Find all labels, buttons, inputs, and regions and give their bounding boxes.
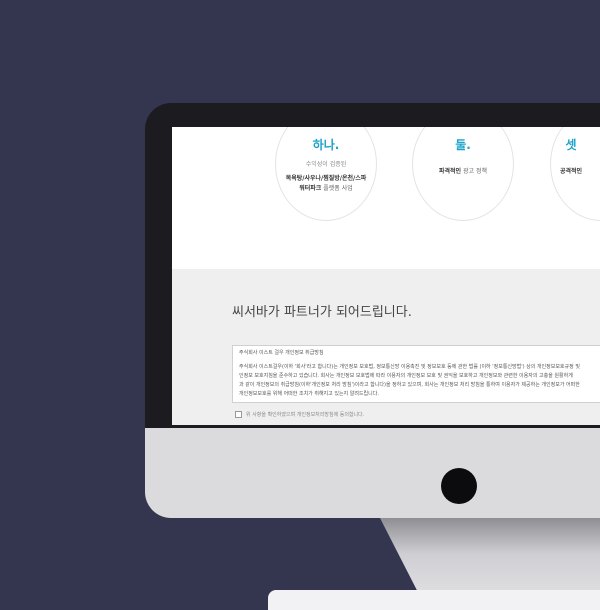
feature-line: 워터파크 플랫폼 사업	[276, 184, 376, 194]
policy-line: 인정보 보호지침을 준수하고 있습니다. 회사는 개인정보 보호법에 따라 이용…	[239, 373, 573, 379]
feature-subtitle: 수익성이 검증된	[305, 161, 347, 168]
feature-title: 하나.	[312, 138, 340, 152]
feature-bold-word: 파격적인	[439, 168, 462, 175]
policy-title: 주식회사 이스트 걸우 개인정보 취급방침	[239, 350, 324, 356]
policy-line: 주식회사 이스트걸우(이하 '회사'라고 합니다)는 개인정보 보호법, 정보통…	[239, 364, 580, 370]
partner-heading: 씨서바가 파트너가 되어드립니다.	[232, 305, 412, 320]
monitor-screen: 하나. 수익성이 검증된 목욕탕/사우나/찜질방/온천/스파 워터파크 플랫폼 …	[172, 127, 600, 425]
policy-line: 과 같이 개인정보의 취급방침(이하'개인정보 처리 방침')이라고 합니다)을…	[239, 382, 580, 388]
feature-title: 셋	[565, 138, 577, 152]
monitor-chin	[145, 428, 600, 518]
camera-dot	[441, 468, 477, 504]
agree-checkbox[interactable]	[235, 411, 242, 418]
features-section: 하나. 수익성이 검증된 목욕탕/사우나/찜질방/온천/스파 워터파크 플랫폼 …	[172, 127, 600, 269]
monitor-base	[268, 590, 600, 610]
privacy-policy-box[interactable]: 주식회사 이스트 걸우 개인정보 취급방침 주식회사 이스트걸우(이하 '회사'…	[232, 345, 600, 403]
feature-rest: 플랫폼 사업	[321, 185, 353, 192]
feature-circle-1: 하나. 수익성이 검증된 목욕탕/사우나/찜질방/온천/스파 워터파크 플랫폼 …	[275, 127, 377, 221]
feature-bold-word: 워터파크	[299, 185, 322, 192]
partner-section: 씨서바가 파트너가 되어드립니다. 주식회사 이스트 걸우 개인정보 취급방침 …	[172, 269, 600, 425]
feature-bold-word: 공격적인	[559, 168, 583, 175]
agree-row[interactable]: 위 사항을 확인하였으며 개인정보처리방침에 동의합니다.	[235, 411, 364, 418]
policy-line: 개인정보보호를 위해 어떠한 조치가 취해지고 있는지 알려드립니다.	[239, 391, 379, 397]
feature-bold-line: 목욕탕/사우나/찜질방/온천/스파	[285, 175, 367, 182]
feature-circle-3: 셋 공격적인	[550, 127, 600, 221]
agree-label: 위 사항을 확인하였으며 개인정보처리방침에 동의합니다.	[246, 412, 365, 418]
feature-rest: 광고 정책	[461, 168, 487, 175]
feature-description: 목욕탕/사우나/찜질방/온천/스파 워터파크 플랫폼 사업	[276, 174, 376, 194]
